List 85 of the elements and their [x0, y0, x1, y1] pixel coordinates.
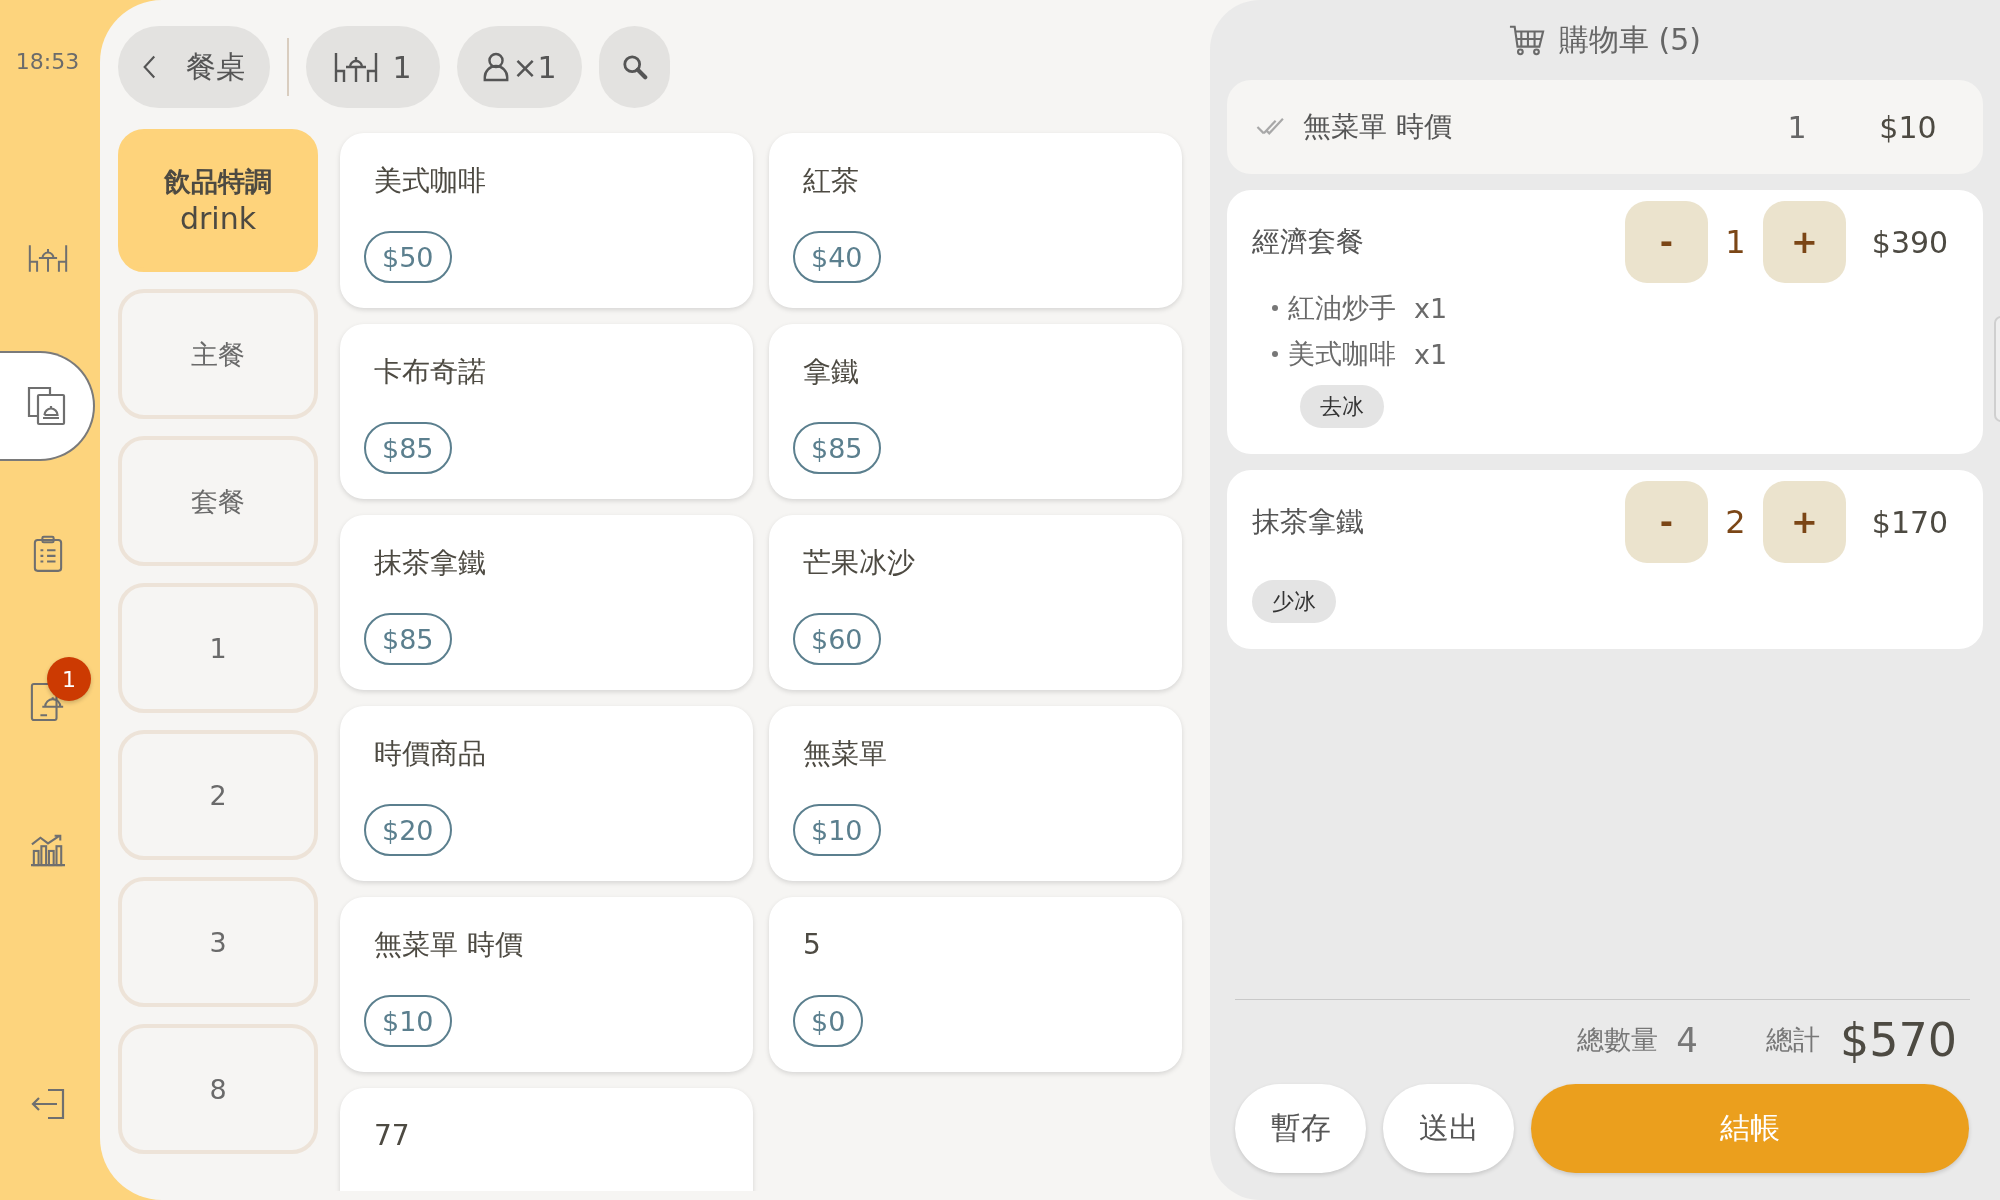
back-button[interactable]: 餐桌 [118, 26, 270, 108]
price-tag: $85 [364, 613, 452, 665]
product-name: 77 [374, 1118, 410, 1154]
product-name: 無菜單 [803, 736, 887, 772]
price-tag: $85 [364, 422, 452, 474]
product-card[interactable]: 拿鐵 $85 [769, 324, 1182, 499]
price-tag: $10 [364, 995, 452, 1047]
item-quantity: 1 [1786, 109, 1808, 145]
product-card[interactable]: 時價商品 $20 [340, 706, 753, 881]
clock-time: 18:53 [14, 48, 81, 76]
item-price: $10 [1878, 109, 1938, 145]
product-name: 拿鐵 [803, 354, 859, 390]
increase-button[interactable]: + [1763, 201, 1846, 283]
product-card[interactable]: 無菜單 $10 [769, 706, 1182, 881]
menu-card-icon [26, 386, 67, 426]
search-icon [621, 54, 648, 80]
product-card[interactable]: 紅茶 $40 [769, 133, 1182, 308]
nav-button[interactable] [0, 351, 95, 461]
notification-badge: 1 [47, 657, 91, 701]
total-label: 總計 [1765, 1023, 1820, 1057]
note-tag: 少冰 [1252, 580, 1336, 623]
product-name: 紅茶 [803, 163, 859, 199]
table-icon [334, 51, 379, 83]
note-tag: 去冰 [1300, 385, 1384, 428]
product-name: 卡布奇諾 [374, 354, 486, 390]
category-tab[interactable]: 飲品特調 drink [118, 129, 318, 272]
product-name: 美式咖啡 [374, 163, 486, 199]
price-tag: $60 [793, 613, 881, 665]
nav-button[interactable]: 1 [0, 647, 95, 757]
item-price: $170 [1870, 504, 1950, 540]
category-tab[interactable]: 套餐 [118, 436, 318, 566]
table-icon [27, 243, 68, 273]
product-card[interactable]: 無菜單 時價 $10 [340, 897, 753, 1072]
product-name: 芒果冰沙 [803, 545, 915, 581]
item-quantity: 1 [1724, 223, 1747, 261]
clipboard-icon [32, 535, 63, 573]
component-quantity: x1 [1414, 292, 1448, 324]
product-card[interactable]: 77 [340, 1088, 753, 1191]
category-tab[interactable]: 主餐 [118, 289, 318, 419]
cart-icon [1509, 23, 1545, 57]
category-tab[interactable]: 3 [118, 877, 318, 1007]
price-tag: $10 [793, 804, 881, 856]
guests-button[interactable]: ×1 [457, 26, 582, 108]
item-quantity: 2 [1724, 503, 1747, 541]
product-card[interactable]: 美式咖啡 $50 [340, 133, 753, 308]
price-tag: $0 [793, 995, 864, 1047]
price-tag: $85 [793, 422, 881, 474]
item-name: 抹茶拿鐵 [1252, 504, 1365, 540]
logout-icon [29, 1088, 66, 1120]
product-card[interactable]: 抹茶拿鐵 $85 [340, 515, 753, 690]
price-tag: $50 [364, 231, 452, 283]
product-card[interactable]: 5 $0 [769, 897, 1182, 1072]
product-name: 時價商品 [374, 736, 486, 772]
decrease-button[interactable]: - [1625, 481, 1708, 563]
component-name: 美式咖啡 [1288, 337, 1396, 371]
product-name: 5 [803, 927, 821, 963]
bullet-icon [1272, 351, 1278, 357]
product-name: 無菜單 時價 [374, 927, 523, 963]
chevron-left-icon [142, 54, 156, 80]
product-card[interactable]: 卡布奇諾 $85 [340, 324, 753, 499]
category-tab[interactable]: 1 [118, 583, 318, 713]
product-card[interactable]: 芒果冰沙 $60 [769, 515, 1182, 690]
component-quantity: x1 [1414, 338, 1448, 370]
price-tag: $20 [364, 804, 452, 856]
item-name: 無菜單 時價 [1303, 109, 1452, 145]
bar-chart-icon [28, 833, 67, 867]
product-name: 抹茶拿鐵 [374, 545, 486, 581]
increase-button[interactable]: + [1763, 481, 1846, 563]
category-tab[interactable]: 8 [118, 1024, 318, 1154]
total-value: $570 [1839, 1013, 1957, 1067]
bullet-icon [1272, 305, 1278, 311]
quantity-value: 4 [1676, 1020, 1698, 1060]
table-button[interactable]: 1 [306, 26, 440, 108]
tablet-icon [29, 682, 66, 722]
quantity-label: 總數量 [1577, 1023, 1659, 1057]
action-button[interactable]: 暫存 [1235, 1084, 1366, 1173]
category-tab[interactable]: 2 [118, 730, 318, 860]
person-icon [482, 52, 511, 82]
component-name: 紅油炒手 [1288, 291, 1396, 325]
item-name: 經濟套餐 [1252, 224, 1365, 260]
price-tag: $40 [793, 231, 881, 283]
item-price: $390 [1870, 224, 1950, 260]
cart-title: 購物車 (5) [1559, 20, 1701, 59]
decrease-button[interactable]: - [1625, 201, 1708, 283]
action-button[interactable]: 送出 [1383, 1084, 1514, 1173]
